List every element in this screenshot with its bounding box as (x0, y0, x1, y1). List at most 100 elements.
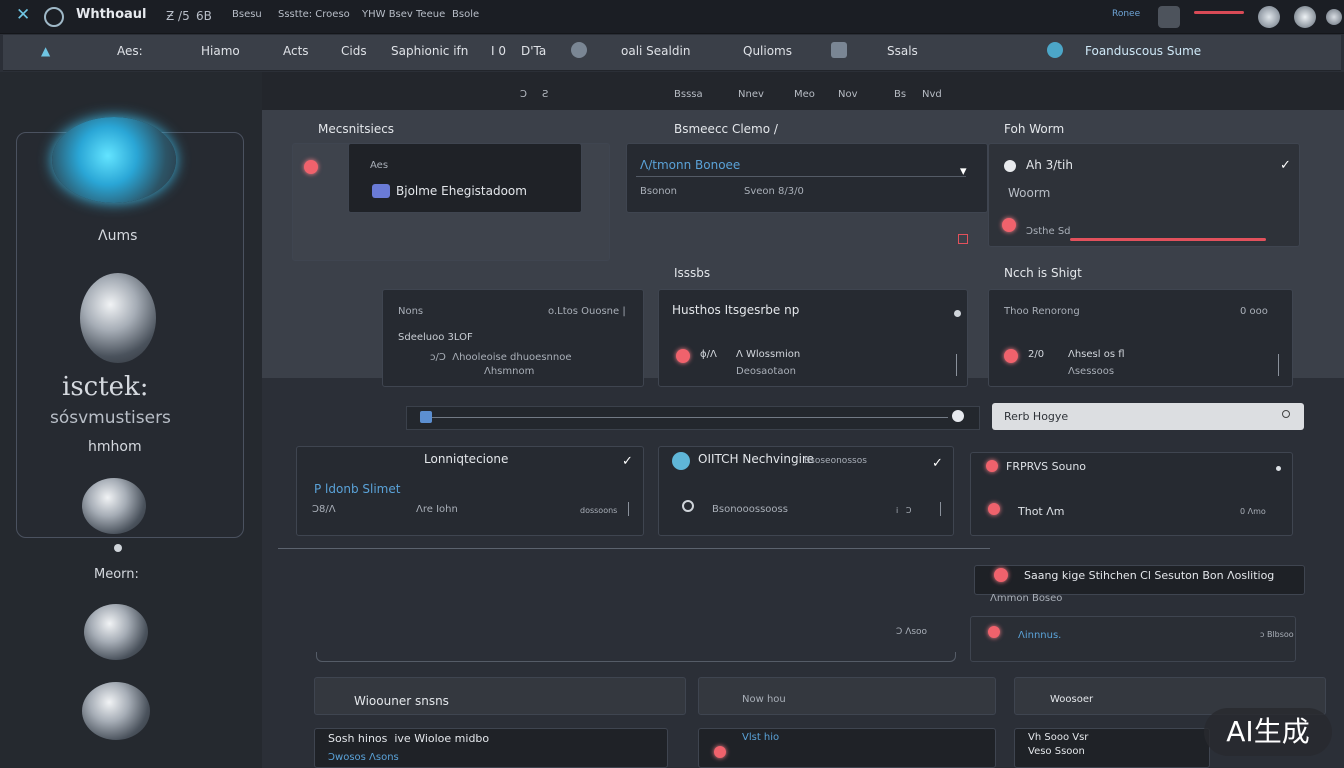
section-title: Bsmeecc Clemo / (674, 122, 778, 136)
grid-icon[interactable] (831, 42, 847, 58)
music-icon[interactable] (571, 42, 587, 58)
home-icon[interactable]: ▲ (41, 44, 50, 58)
menu-item[interactable]: oali Sealdin (621, 44, 690, 58)
loading-icon (682, 500, 694, 512)
slider-handle[interactable] (420, 411, 432, 423)
subbar-item[interactable]: Nnev (738, 89, 764, 100)
record-icon (304, 160, 318, 174)
check-icon[interactable]: ✓ (1280, 158, 1291, 173)
menu-item[interactable]: Hiamo (201, 44, 240, 58)
card-value: 0 Ʌmo (1240, 507, 1266, 516)
menu-item[interactable]: Cids (341, 44, 367, 58)
card-value: Thot Ʌm (1018, 505, 1065, 518)
card-label: Thoo Renorong (1004, 306, 1080, 317)
menu-item[interactable]: Saphionic ifn (391, 44, 468, 58)
notification-icon[interactable] (1258, 6, 1280, 28)
progress-bar[interactable] (1070, 238, 1266, 241)
slider-track (430, 417, 948, 418)
card-text: ɔ/Ɔ Ʌhooleoise dhuoesnnoe (430, 352, 572, 363)
detail-card[interactable] (988, 289, 1293, 387)
subbar-item[interactable]: Ƨ (542, 89, 548, 100)
sidebar-label: Meorn: (94, 567, 139, 582)
menu-item[interactable]: Aes: (117, 44, 143, 58)
status-card[interactable] (626, 143, 988, 213)
subbar-item[interactable]: Meo (794, 89, 815, 100)
card-value: 2/0 (1028, 349, 1045, 360)
card-text: Ʌsessoos (1068, 366, 1115, 377)
menu-item[interactable]: I 0 (491, 44, 506, 58)
record-icon (994, 568, 1008, 582)
divider (940, 502, 941, 516)
sidebar-label: hmhom (88, 439, 142, 455)
slider-end-icon[interactable] (952, 410, 964, 422)
avatar[interactable] (80, 273, 156, 363)
search-link[interactable]: Foanduscous Sume (1085, 44, 1201, 58)
menu-item[interactable]: D'Ta (521, 44, 546, 58)
card-label: Bsonon (640, 186, 677, 197)
subbar-item[interactable]: Ɔ (520, 89, 527, 100)
info-card[interactable] (348, 143, 582, 213)
divider (956, 354, 957, 376)
record-icon (988, 503, 1000, 515)
subbar-item[interactable]: Nvd (922, 89, 942, 100)
record-icon (986, 460, 998, 472)
chevron-down-icon[interactable]: ▾ (960, 164, 967, 179)
check-icon[interactable]: ✓ (932, 456, 943, 471)
window-icon[interactable] (1158, 6, 1180, 28)
footer-sub: Veso Ssoon (1028, 746, 1085, 757)
title-item[interactable]: YHW Bsev Teeue (362, 9, 445, 20)
divider (628, 502, 629, 516)
card-link[interactable]: P ldonb Slimet (314, 482, 400, 496)
card-value: i Ɔ (896, 506, 912, 515)
card-value: Ʌhsesl os fl (1068, 349, 1125, 360)
subbar-item[interactable]: Bs (894, 89, 906, 100)
title-item[interactable]: Ƶ /5 (166, 9, 190, 23)
profile-avatar[interactable] (52, 117, 176, 203)
card-value: Sveon 8/3/0 (744, 186, 804, 197)
card-value: Sdeeluoo 3LOF (398, 332, 473, 343)
footer-text: Vlst hio (742, 732, 780, 743)
notification-sub: Ʌmmon Boseo (990, 593, 1063, 604)
title-item[interactable]: 6B (196, 9, 212, 23)
sidebar-title: isctek: (62, 372, 149, 402)
avatar[interactable] (84, 604, 148, 660)
card-value: Bsonooossooss (712, 504, 788, 515)
avatar[interactable] (82, 682, 150, 740)
search-placeholder: Rerb Hogye (1004, 410, 1069, 423)
footer-sub: Ɔwosos Ʌsons (328, 752, 399, 763)
footer-text: Sosh hinos ive Wioloe midbo (328, 732, 490, 745)
card-title: Ah 3/tih (1026, 158, 1073, 172)
rocket-icon (372, 184, 390, 198)
title-item[interactable]: Ssstte: Croeso (278, 9, 350, 20)
app-title: Whthoaul (76, 7, 147, 22)
footer-title: Now hou (742, 694, 786, 705)
subbar-item[interactable]: Bsssa (674, 89, 703, 100)
card-value: o.Ltos Ouosne | (548, 306, 626, 317)
divider (278, 548, 990, 549)
more-icon[interactable] (954, 310, 961, 317)
subbar-item[interactable]: Nov (838, 89, 858, 100)
menu-item[interactable]: Ssals (887, 44, 918, 58)
close-icon[interactable]: ✕ (16, 5, 30, 25)
record-icon (1004, 349, 1018, 363)
title-item[interactable]: Bsole (452, 9, 479, 20)
menu-item[interactable]: Acts (283, 44, 309, 58)
title-item[interactable]: Bsesu (232, 9, 262, 20)
check-icon[interactable]: ✓ (622, 454, 633, 469)
more-icon[interactable] (1276, 466, 1281, 471)
search-icon[interactable] (1282, 410, 1290, 418)
record-icon (988, 626, 1000, 638)
flag-icon (958, 234, 968, 244)
menu-item[interactable]: Qulioms (743, 44, 792, 58)
avatar[interactable] (82, 478, 146, 534)
title-right-label[interactable]: Ronee (1112, 9, 1140, 19)
timeline-slider[interactable] (406, 406, 980, 430)
profile-icon[interactable] (1294, 6, 1316, 28)
scroll-track[interactable] (316, 652, 956, 662)
settings-icon[interactable] (1326, 9, 1342, 25)
card-title: Ʌ/tmonn Bonoee (640, 158, 741, 172)
footer-title: Woosoer (1050, 694, 1094, 705)
globe-icon[interactable] (1047, 42, 1063, 58)
record-icon (714, 746, 726, 758)
card-main-text: Bjolme Ehegistadoom (396, 184, 527, 198)
